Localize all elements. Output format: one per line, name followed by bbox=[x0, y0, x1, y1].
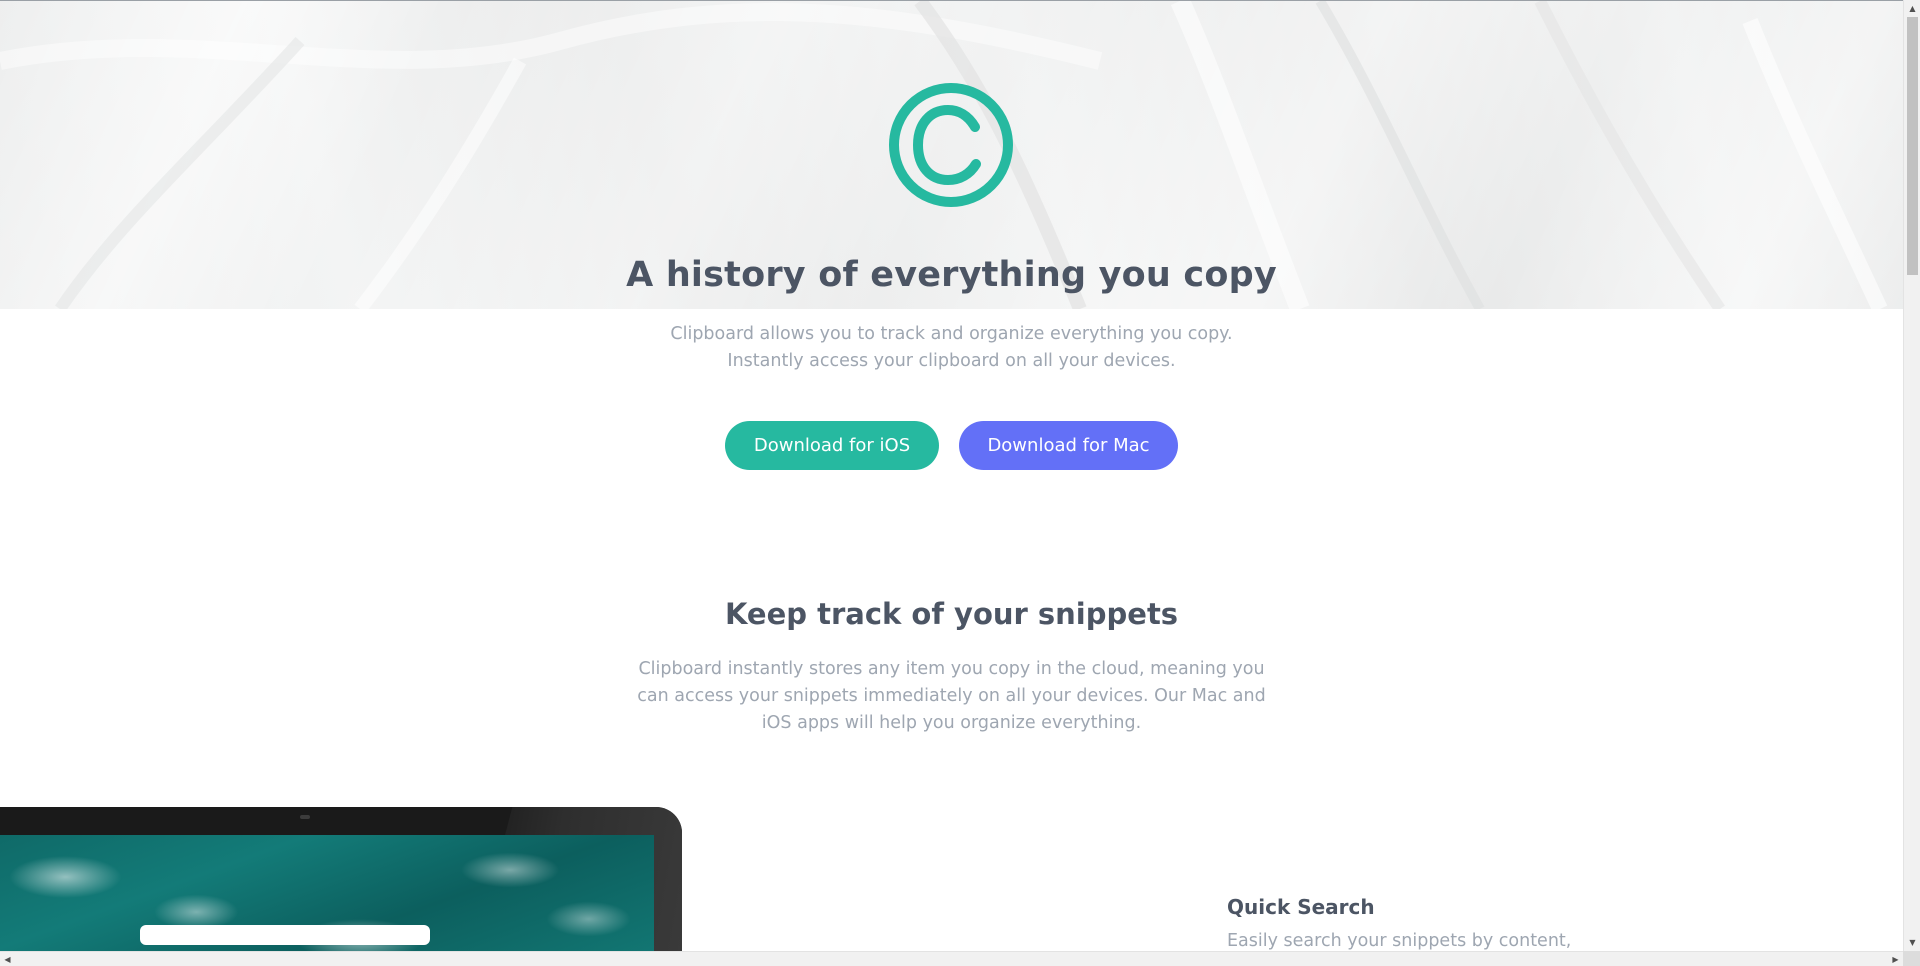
feature-quick-search-title: Quick Search bbox=[1227, 895, 1375, 919]
copyright-logo-icon bbox=[889, 83, 1013, 207]
download-mac-button[interactable]: Download for Mac bbox=[959, 421, 1178, 470]
page-viewport: A history of everything you copy Clipboa… bbox=[0, 0, 1903, 951]
download-ios-button[interactable]: Download for iOS bbox=[725, 421, 939, 470]
feature-quick-search-description: Easily search your snippets by content, bbox=[1227, 931, 1572, 951]
laptop-app-window bbox=[140, 925, 430, 945]
horizontal-scrollbar[interactable]: ◀ ▶ bbox=[0, 951, 1903, 966]
scrollbar-corner bbox=[1903, 951, 1920, 966]
laptop-mockup-image bbox=[0, 807, 682, 951]
laptop-camera bbox=[300, 815, 310, 819]
arrow-right-icon[interactable]: ▶ bbox=[1888, 952, 1903, 966]
hero-title: A history of everything you copy bbox=[626, 255, 1277, 295]
arrow-left-icon[interactable]: ◀ bbox=[0, 952, 15, 966]
snippets-section-title: Keep track of your snippets bbox=[724, 597, 1179, 631]
snippets-section-description: Clipboard instantly stores any item you … bbox=[637, 659, 1266, 733]
arrow-down-icon[interactable]: ▼ bbox=[1904, 934, 1920, 951]
vertical-scrollbar[interactable]: ▲ ▼ bbox=[1903, 0, 1920, 951]
hero-description: Clipboard allows you to track and organi… bbox=[670, 324, 1233, 371]
vertical-scrollbar-thumb[interactable] bbox=[1907, 17, 1918, 275]
arrow-up-icon[interactable]: ▲ bbox=[1904, 0, 1920, 17]
